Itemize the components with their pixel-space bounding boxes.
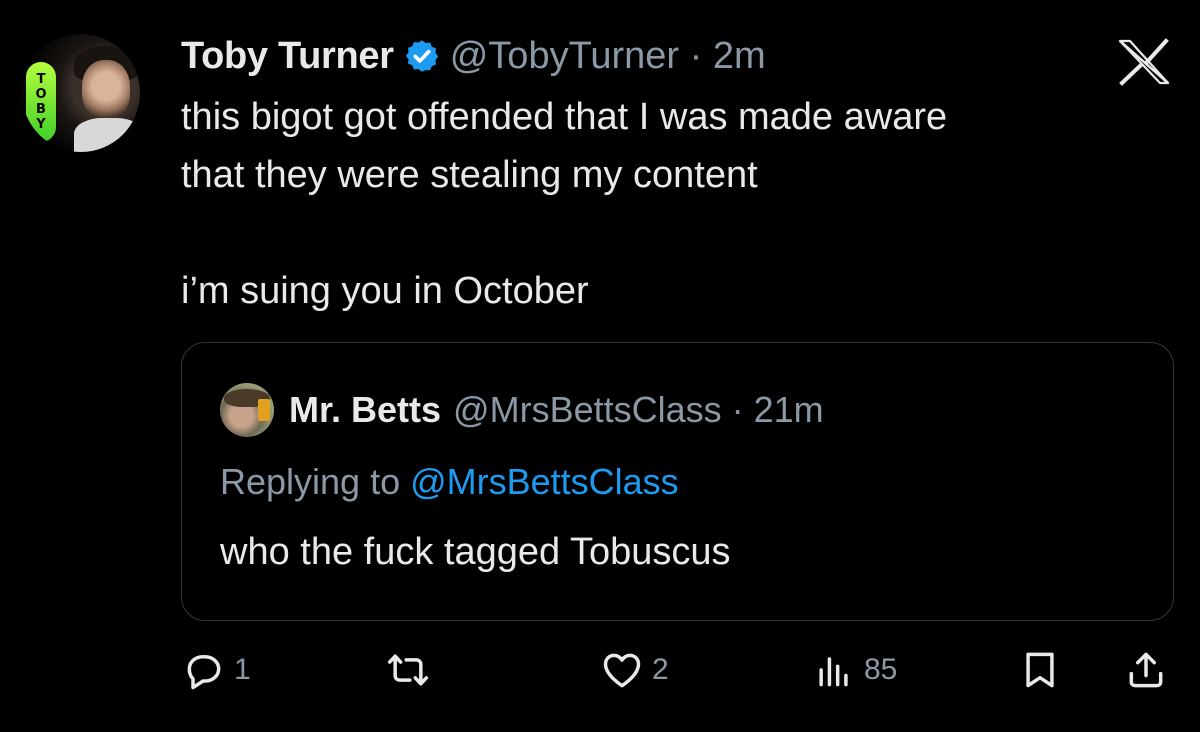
quoted-tweet-card[interactable]: Mr. Betts @MrsBettsClass · 21m Replying …	[181, 342, 1174, 621]
avatar-logo-band: T O B Y	[26, 62, 56, 142]
avatar-letter: O	[35, 87, 47, 102]
tweet-text-line: i’m suing you in October	[181, 270, 589, 312]
heart-icon	[603, 653, 641, 688]
reply-icon	[187, 655, 221, 690]
tweet-body: this bigot got offended that I was made …	[181, 88, 1141, 320]
bookmark-icon	[1026, 652, 1054, 688]
avatar-letter: B	[36, 102, 46, 117]
like-count: 2	[652, 653, 669, 686]
views-chart-icon	[819, 657, 848, 687]
reply-button[interactable]: 1	[182, 648, 251, 692]
share-icon	[1129, 652, 1163, 688]
quoted-tweet-header: Mr. Betts @MrsBettsClass · 21m	[289, 383, 824, 437]
verified-badge-icon	[405, 40, 438, 72]
avatar-letter: T	[36, 72, 46, 87]
views-count: 85	[864, 653, 898, 686]
tweet-text-line: this bigot got offended that I was made …	[181, 96, 948, 138]
author-avatar[interactable]: T O B Y	[22, 34, 140, 152]
reply-count: 1	[234, 653, 251, 686]
like-button[interactable]: 2	[600, 648, 669, 692]
views-button[interactable]: 85	[812, 648, 897, 692]
action-bar: 1 2 85	[0, 640, 1200, 700]
quoted-author-handle-time[interactable]: @MrsBettsClass · 21m	[453, 389, 824, 431]
bookmark-button[interactable]	[1018, 648, 1062, 692]
retweet-button[interactable]	[386, 648, 438, 692]
tweet-text-line: that they were stealing my content	[181, 154, 758, 196]
retweet-icon	[387, 654, 429, 686]
avatar-badge	[258, 399, 270, 421]
share-button[interactable]	[1124, 648, 1168, 692]
x-logo-icon[interactable]	[1116, 38, 1172, 86]
author-display-name[interactable]: Toby Turner	[181, 35, 394, 78]
tweet-header: Toby Turner @TobyTurner · 2m	[181, 28, 766, 84]
quoted-author-name[interactable]: Mr. Betts	[289, 389, 441, 431]
avatar-letter: Y	[36, 117, 46, 132]
avatar-shirt	[74, 118, 140, 152]
quoted-tweet-text: who the fuck tagged Tobuscus	[220, 531, 731, 573]
quoted-author-avatar[interactable]	[220, 383, 274, 437]
replying-to-line: Replying to @MrsBettsClass	[220, 461, 679, 503]
avatar-face	[82, 60, 130, 118]
replying-to-mention[interactable]: @MrsBettsClass	[410, 461, 679, 502]
replying-to-label: Replying to	[220, 461, 411, 502]
author-handle-time[interactable]: @TobyTurner · 2m	[450, 35, 766, 78]
